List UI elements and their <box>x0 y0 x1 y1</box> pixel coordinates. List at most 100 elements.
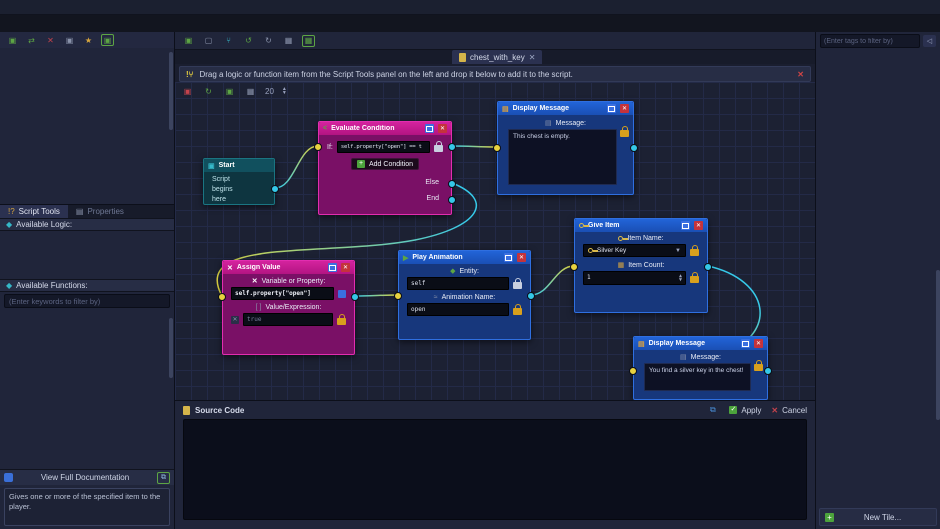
item-dropdown[interactable]: Silver Key ▼ <box>583 244 686 257</box>
snap-grid-icon[interactable]: ▦ <box>302 34 315 47</box>
save-script-icon[interactable]: ▢ <box>202 35 215 47</box>
tab-chest-with-key[interactable]: chest_with_key ✕ <box>452 50 543 64</box>
output-port[interactable] <box>764 367 772 375</box>
redo-icon[interactable]: ↻ <box>262 35 275 47</box>
true-output-port[interactable] <box>448 143 456 151</box>
close-icon[interactable]: ✕ <box>341 263 350 272</box>
add-condition-button[interactable]: + Add Condition <box>351 158 419 170</box>
count-field[interactable]: 1 ▲ ▼ <box>583 271 686 285</box>
preview-icon[interactable]: ▣ <box>101 34 114 46</box>
output-port[interactable] <box>704 263 712 271</box>
minimize-icon[interactable] <box>504 253 513 262</box>
input-port[interactable] <box>218 293 226 301</box>
close-tab-icon[interactable]: ✕ <box>529 53 536 62</box>
code-editor[interactable] <box>183 419 807 520</box>
undo-icon[interactable]: ↺ <box>242 35 255 47</box>
output-port[interactable] <box>271 185 279 193</box>
minimize-icon[interactable] <box>741 339 750 348</box>
close-icon[interactable]: ✕ <box>438 124 447 133</box>
rename-icon[interactable]: ▣ <box>63 34 76 46</box>
grid-icon[interactable]: ▦ <box>244 85 257 97</box>
canvas-toolbar: ▣ ▢ ⑂ ↺ ↻ ▦ ▦ <box>175 32 815 50</box>
lock-icon[interactable] <box>620 126 629 137</box>
drag-hint-bar: !⑂ Drag a logic or function item from th… <box>179 66 811 82</box>
add-resource-icon[interactable]: ▣ <box>6 34 19 46</box>
lock-icon[interactable] <box>690 244 699 256</box>
output-port[interactable] <box>351 293 359 301</box>
minimize-icon[interactable] <box>681 221 690 230</box>
arrange-icon[interactable]: ▣ <box>223 85 236 97</box>
tag-filter: ◁ <box>816 32 940 50</box>
tag-filter-input[interactable] <box>820 34 920 48</box>
value-field[interactable]: true <box>243 313 333 326</box>
function-scrollbar[interactable] <box>169 318 173 378</box>
node-evaluate-condition[interactable]: < Evaluate Condition ✕ If: self.property… <box>314 121 456 215</box>
node-give-item[interactable]: Give Item ✕ Item Name: Silver Key ▼ ▦ It… <box>570 218 712 313</box>
tiles-scrollbar[interactable] <box>936 270 940 420</box>
expand-icon[interactable]: ⧉ <box>706 404 719 416</box>
close-icon[interactable]: ✕ <box>754 339 763 348</box>
expression-type-icon[interactable]: ✕ <box>231 315 239 324</box>
condition-field[interactable]: self.property["open"] == t <box>336 141 430 153</box>
tab-label: Properties <box>87 207 124 216</box>
node-play-animation[interactable]: ▶ Play Animation ✕ ◆ Entity: self ≈ Anim… <box>394 250 535 340</box>
count-stepper[interactable]: ▲ ▼ <box>679 274 682 283</box>
input-port[interactable] <box>493 144 501 152</box>
else-output-port[interactable] <box>448 180 456 188</box>
lock-icon[interactable] <box>337 313 346 325</box>
variable-field[interactable]: self.property["open"] <box>231 287 334 300</box>
tab-script-tools[interactable]: !? Script Tools <box>0 205 68 218</box>
unlock-icon[interactable] <box>434 141 443 152</box>
close-icon[interactable]: ✕ <box>620 104 629 113</box>
dismiss-hint-icon[interactable]: ✕ <box>797 70 804 79</box>
minimize-icon[interactable] <box>607 104 616 113</box>
lock-icon[interactable] <box>690 272 699 283</box>
output-port[interactable] <box>630 144 638 152</box>
tab-properties[interactable]: ▤ Properties <box>68 205 132 218</box>
refresh-graph-icon[interactable]: ↻ <box>202 85 215 97</box>
input-port[interactable] <box>570 263 578 271</box>
cancel-button[interactable]: ✕ Cancel <box>771 406 807 415</box>
node-graph[interactable]: ▣ ↻ ▣ ▦ 20 ▲ ▼ ▣ Start Script begins her… <box>175 82 815 400</box>
function-filter-input[interactable] <box>4 294 170 308</box>
node-start[interactable]: ▣ Start Script begins here <box>203 158 279 205</box>
picker-icon[interactable] <box>338 289 346 298</box>
documentation-bar[interactable]: View Full Documentation ⧉ <box>0 469 174 485</box>
minimize-icon[interactable] <box>328 263 337 272</box>
minimize-icon[interactable] <box>425 124 434 133</box>
sync-icon[interactable]: ⇄ <box>25 34 38 46</box>
open-doc-icon[interactable]: ⧉ <box>157 471 170 484</box>
entity-field[interactable]: self <box>407 277 509 290</box>
settings-icon[interactable]: ▦ <box>282 35 295 47</box>
output-port[interactable] <box>527 292 535 300</box>
grid-size-stepper[interactable]: ▲ ▼ <box>282 87 287 96</box>
logic-list <box>0 231 174 279</box>
clear-filter-icon[interactable]: ◁ <box>923 35 936 47</box>
delete-icon[interactable]: ✕ <box>44 34 57 46</box>
message-textarea[interactable]: This chest is empty. <box>508 129 617 185</box>
node-assign-value[interactable]: ✕ Assign Value ✕ ✕ Variable or Property:… <box>218 260 359 355</box>
new-script-icon[interactable]: ▣ <box>182 35 195 47</box>
variable-icon: ✕ <box>251 278 258 285</box>
lock-icon[interactable] <box>513 303 522 315</box>
animation-field[interactable]: open <box>407 303 509 316</box>
input-port[interactable] <box>394 292 402 300</box>
favorite-icon[interactable]: ★ <box>82 34 95 46</box>
apply-button[interactable]: ✓ Apply <box>729 406 761 415</box>
node-display-message-2[interactable]: ▤ Display Message ✕ ▤ Message: You find … <box>629 336 772 400</box>
end-output-port[interactable] <box>448 196 456 204</box>
unlock-icon[interactable] <box>513 277 522 289</box>
node-display-message-1[interactable]: ▤ Display Message ✕ ▤ Message: This ches… <box>493 101 638 195</box>
close-icon[interactable]: ✕ <box>694 221 703 230</box>
tiles-panel: ◁ + New Tile... <box>815 32 940 529</box>
message-textarea[interactable]: You find a silver key in the chest! <box>644 363 751 391</box>
close-icon[interactable]: ✕ <box>517 253 526 262</box>
tree-scrollbar[interactable] <box>169 52 173 130</box>
input-port[interactable] <box>629 367 637 375</box>
lock-icon[interactable] <box>754 360 763 371</box>
input-port[interactable] <box>314 143 322 151</box>
branch-icon[interactable]: ⑂ <box>222 35 235 47</box>
script-error-icon[interactable]: ▣ <box>181 85 194 97</box>
new-tile-button[interactable]: + New Tile... <box>819 508 937 526</box>
tabbar <box>0 15 940 32</box>
